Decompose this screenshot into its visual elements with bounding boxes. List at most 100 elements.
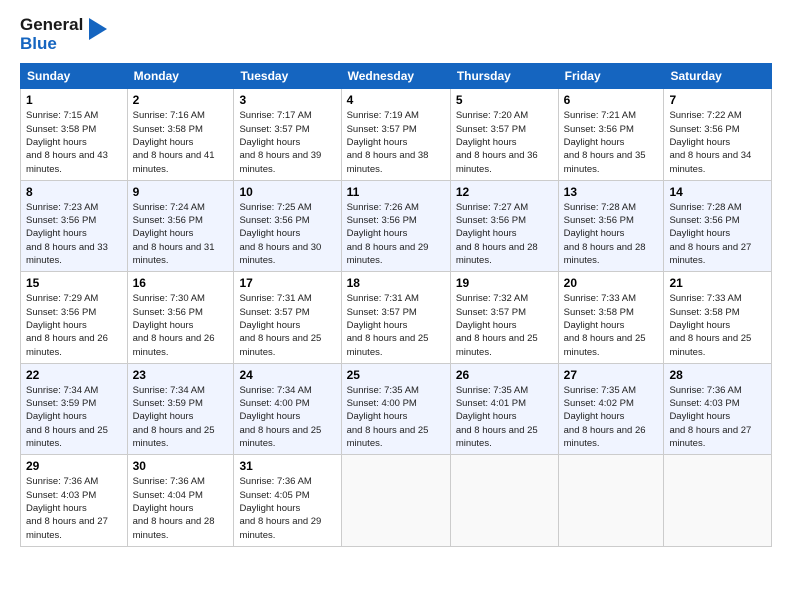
calendar-week-row: 1 Sunrise: 7:15 AMSunset: 3:58 PMDayligh…: [21, 89, 772, 180]
day-info: Sunrise: 7:35 AMSunset: 4:00 PMDaylight …: [347, 384, 445, 450]
day-info: Sunrise: 7:28 AMSunset: 3:56 PMDaylight …: [669, 201, 766, 267]
day-number: 12: [456, 185, 553, 199]
day-info: Sunrise: 7:31 AMSunset: 3:57 PMDaylight …: [347, 292, 445, 358]
calendar-header-row: SundayMondayTuesdayWednesdayThursdayFrid…: [21, 64, 772, 89]
day-number: 18: [347, 276, 445, 290]
calendar-body: 1 Sunrise: 7:15 AMSunset: 3:58 PMDayligh…: [21, 89, 772, 546]
day-info: Sunrise: 7:30 AMSunset: 3:56 PMDaylight …: [133, 292, 229, 358]
calendar-cell: 1 Sunrise: 7:15 AMSunset: 3:58 PMDayligh…: [21, 89, 128, 180]
day-info: Sunrise: 7:36 AMSunset: 4:03 PMDaylight …: [669, 384, 766, 450]
day-info: Sunrise: 7:25 AMSunset: 3:56 PMDaylight …: [239, 201, 335, 267]
day-info: Sunrise: 7:33 AMSunset: 3:58 PMDaylight …: [669, 292, 766, 358]
calendar-header-thursday: Thursday: [450, 64, 558, 89]
calendar-cell: 19 Sunrise: 7:32 AMSunset: 3:57 PMDaylig…: [450, 272, 558, 363]
day-number: 22: [26, 368, 122, 382]
day-info: Sunrise: 7:34 AMSunset: 3:59 PMDaylight …: [26, 384, 122, 450]
logo: General Blue: [20, 16, 107, 53]
day-info: Sunrise: 7:35 AMSunset: 4:01 PMDaylight …: [456, 384, 553, 450]
calendar-cell: 13 Sunrise: 7:28 AMSunset: 3:56 PMDaylig…: [558, 180, 664, 271]
calendar-cell: 18 Sunrise: 7:31 AMSunset: 3:57 PMDaylig…: [341, 272, 450, 363]
day-number: 5: [456, 93, 553, 107]
calendar-cell: 28 Sunrise: 7:36 AMSunset: 4:03 PMDaylig…: [664, 363, 772, 454]
day-number: 23: [133, 368, 229, 382]
calendar-cell: 17 Sunrise: 7:31 AMSunset: 3:57 PMDaylig…: [234, 272, 341, 363]
calendar-cell: 3 Sunrise: 7:17 AMSunset: 3:57 PMDayligh…: [234, 89, 341, 180]
day-info: Sunrise: 7:35 AMSunset: 4:02 PMDaylight …: [564, 384, 659, 450]
day-number: 24: [239, 368, 335, 382]
day-number: 9: [133, 185, 229, 199]
day-info: Sunrise: 7:28 AMSunset: 3:56 PMDaylight …: [564, 201, 659, 267]
day-number: 21: [669, 276, 766, 290]
calendar-table: SundayMondayTuesdayWednesdayThursdayFrid…: [20, 63, 772, 546]
logo-main: General Blue: [20, 16, 107, 53]
calendar-header-friday: Friday: [558, 64, 664, 89]
day-number: 31: [239, 459, 335, 473]
calendar-cell: 5 Sunrise: 7:20 AMSunset: 3:57 PMDayligh…: [450, 89, 558, 180]
calendar-cell: 29 Sunrise: 7:36 AMSunset: 4:03 PMDaylig…: [21, 455, 128, 546]
calendar-cell: 23 Sunrise: 7:34 AMSunset: 3:59 PMDaylig…: [127, 363, 234, 454]
calendar-header-saturday: Saturday: [664, 64, 772, 89]
day-info: Sunrise: 7:29 AMSunset: 3:56 PMDaylight …: [26, 292, 122, 358]
day-info: Sunrise: 7:36 AMSunset: 4:04 PMDaylight …: [133, 475, 229, 541]
logo-triangle: [89, 18, 107, 45]
day-number: 2: [133, 93, 229, 107]
calendar-cell: [558, 455, 664, 546]
calendar-cell: 24 Sunrise: 7:34 AMSunset: 4:00 PMDaylig…: [234, 363, 341, 454]
calendar-cell: 6 Sunrise: 7:21 AMSunset: 3:56 PMDayligh…: [558, 89, 664, 180]
day-info: Sunrise: 7:17 AMSunset: 3:57 PMDaylight …: [239, 109, 335, 175]
day-number: 10: [239, 185, 335, 199]
day-number: 27: [564, 368, 659, 382]
day-number: 6: [564, 93, 659, 107]
calendar-cell: 16 Sunrise: 7:30 AMSunset: 3:56 PMDaylig…: [127, 272, 234, 363]
day-info: Sunrise: 7:24 AMSunset: 3:56 PMDaylight …: [133, 201, 229, 267]
page-header: General Blue: [20, 16, 772, 53]
calendar-cell: 9 Sunrise: 7:24 AMSunset: 3:56 PMDayligh…: [127, 180, 234, 271]
day-info: Sunrise: 7:34 AMSunset: 4:00 PMDaylight …: [239, 384, 335, 450]
calendar-cell: 25 Sunrise: 7:35 AMSunset: 4:00 PMDaylig…: [341, 363, 450, 454]
day-number: 16: [133, 276, 229, 290]
calendar-week-row: 29 Sunrise: 7:36 AMSunset: 4:03 PMDaylig…: [21, 455, 772, 546]
day-number: 29: [26, 459, 122, 473]
calendar-header-tuesday: Tuesday: [234, 64, 341, 89]
calendar-cell: 4 Sunrise: 7:19 AMSunset: 3:57 PMDayligh…: [341, 89, 450, 180]
day-number: 20: [564, 276, 659, 290]
day-number: 15: [26, 276, 122, 290]
day-info: Sunrise: 7:19 AMSunset: 3:57 PMDaylight …: [347, 109, 445, 175]
day-info: Sunrise: 7:23 AMSunset: 3:56 PMDaylight …: [26, 201, 122, 267]
day-info: Sunrise: 7:16 AMSunset: 3:58 PMDaylight …: [133, 109, 229, 175]
calendar-cell: 10 Sunrise: 7:25 AMSunset: 3:56 PMDaylig…: [234, 180, 341, 271]
day-info: Sunrise: 7:34 AMSunset: 3:59 PMDaylight …: [133, 384, 229, 450]
calendar-cell: [341, 455, 450, 546]
calendar-cell: 22 Sunrise: 7:34 AMSunset: 3:59 PMDaylig…: [21, 363, 128, 454]
day-info: Sunrise: 7:27 AMSunset: 3:56 PMDaylight …: [456, 201, 553, 267]
calendar-cell: 8 Sunrise: 7:23 AMSunset: 3:56 PMDayligh…: [21, 180, 128, 271]
calendar-cell: 26 Sunrise: 7:35 AMSunset: 4:01 PMDaylig…: [450, 363, 558, 454]
day-number: 19: [456, 276, 553, 290]
day-number: 4: [347, 93, 445, 107]
calendar-cell: 20 Sunrise: 7:33 AMSunset: 3:58 PMDaylig…: [558, 272, 664, 363]
day-info: Sunrise: 7:33 AMSunset: 3:58 PMDaylight …: [564, 292, 659, 358]
calendar-week-row: 8 Sunrise: 7:23 AMSunset: 3:56 PMDayligh…: [21, 180, 772, 271]
logo-blue: Blue: [20, 35, 83, 54]
day-info: Sunrise: 7:31 AMSunset: 3:57 PMDaylight …: [239, 292, 335, 358]
day-number: 3: [239, 93, 335, 107]
calendar-header-wednesday: Wednesday: [341, 64, 450, 89]
calendar-cell: [450, 455, 558, 546]
day-info: Sunrise: 7:21 AMSunset: 3:56 PMDaylight …: [564, 109, 659, 175]
day-number: 25: [347, 368, 445, 382]
day-number: 11: [347, 185, 445, 199]
day-number: 28: [669, 368, 766, 382]
day-info: Sunrise: 7:32 AMSunset: 3:57 PMDaylight …: [456, 292, 553, 358]
calendar-cell: 11 Sunrise: 7:26 AMSunset: 3:56 PMDaylig…: [341, 180, 450, 271]
calendar-header-sunday: Sunday: [21, 64, 128, 89]
day-number: 30: [133, 459, 229, 473]
day-number: 13: [564, 185, 659, 199]
day-info: Sunrise: 7:22 AMSunset: 3:56 PMDaylight …: [669, 109, 766, 175]
logo-text-block: General Blue: [20, 16, 83, 53]
calendar-cell: 21 Sunrise: 7:33 AMSunset: 3:58 PMDaylig…: [664, 272, 772, 363]
day-info: Sunrise: 7:36 AMSunset: 4:05 PMDaylight …: [239, 475, 335, 541]
day-number: 8: [26, 185, 122, 199]
day-number: 1: [26, 93, 122, 107]
calendar-cell: 31 Sunrise: 7:36 AMSunset: 4:05 PMDaylig…: [234, 455, 341, 546]
day-number: 14: [669, 185, 766, 199]
